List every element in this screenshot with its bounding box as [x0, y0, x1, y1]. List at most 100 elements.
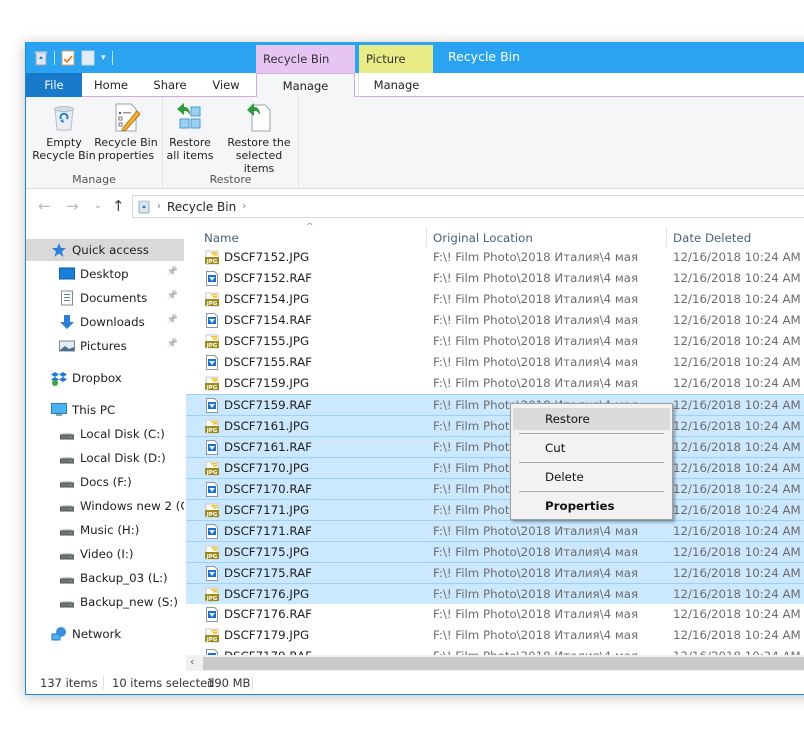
- tab-share[interactable]: Share: [144, 73, 196, 97]
- drive-icon: [59, 570, 75, 586]
- svg-text:JPG: JPG: [206, 428, 218, 434]
- tab-view[interactable]: View: [204, 73, 248, 97]
- address-bar[interactable]: › Recycle Bin ›: [132, 195, 804, 218]
- file-name: DSCF7175.RAF: [224, 566, 312, 580]
- file-row[interactable]: DSCF7152.RAF F:\! Film Photo\2018 Италия\…: [186, 268, 804, 289]
- context-tab-picture-tools: Picture Tools: [359, 45, 433, 94]
- context-menu: Restore Cut Delete Properties: [510, 403, 673, 520]
- file-row[interactable]: DSCF7175.RAF F:\! Film Photo\2018 Италия\…: [186, 562, 804, 583]
- sidebar-item-label: Documents: [80, 291, 148, 305]
- sidebar-item-backup-03-l[interactable]: Backup_03 (L:): [26, 567, 184, 589]
- sidebar-item-dropbox[interactable]: Dropbox: [26, 367, 184, 389]
- file-row[interactable]: DSCF7159.RAFF:\! Film Photo\2018 Италия\…: [186, 394, 804, 415]
- quick-access-toolbar: ▾: [34, 48, 113, 68]
- sidebar-item-this-pc[interactable]: This PC: [26, 399, 184, 421]
- sidebar-item-local-disk-d[interactable]: Local Disk (D:): [26, 447, 184, 469]
- sidebar-item-desktop[interactable]: Desktop 📌: [26, 263, 184, 285]
- title-bar: ▾ Recycle Bin Tools Picture Tools Recycl…: [26, 42, 804, 94]
- up-arrow-icon[interactable]: ↑: [112, 197, 125, 215]
- menu-item-cut[interactable]: Cut: [513, 437, 670, 459]
- empty-recycle-bin-button[interactable]: Empty Recycle Bin: [32, 101, 96, 162]
- pin-icon[interactable]: 📌: [167, 315, 178, 325]
- file-row[interactable]: DSCF7179.RAFF:\! Film Photo\2018 Италия\…: [186, 646, 804, 655]
- column-date-deleted[interactable]: Date Deleted: [673, 231, 751, 245]
- file-row[interactable]: JPG DSCF7175.JPG F:\! Film Photo\2018 Итал…: [186, 541, 804, 562]
- new-folder-icon[interactable]: [81, 50, 95, 66]
- recent-locations-chevron-icon[interactable]: ⌄: [94, 201, 102, 211]
- file-row[interactable]: DSCF7155.RAF F:\! Film Photo\2018 Италия\…: [186, 352, 804, 373]
- sidebar-item-windows-new-2-g[interactable]: Windows new 2 (G:): [26, 495, 184, 517]
- jpg-file-icon: JPG: [205, 250, 219, 265]
- file-original-location: F:\! Film Photo\2018 Италия\4 мая: [433, 566, 639, 580]
- pin-icon[interactable]: 📌: [167, 291, 178, 301]
- menu-item-properties[interactable]: Properties: [513, 495, 670, 517]
- file-original-location: F:\! Film Photo\2018 Италия\4 мая: [433, 313, 639, 327]
- button-label: Recycle Bin: [32, 149, 96, 162]
- sidebar-item-network[interactable]: Network: [26, 623, 184, 645]
- sidebar-item-documents[interactable]: Documents 📌: [26, 287, 184, 309]
- menu-separator: [519, 491, 664, 492]
- file-row[interactable]: DSCF7170.RAFF:\! Film Photo\2018 Италия\…: [186, 478, 804, 499]
- file-original-location: F:\! Film Photo\2018 Италия\4 мая: [433, 607, 639, 621]
- breadcrumb-recycle-bin[interactable]: Recycle Bin: [167, 200, 236, 214]
- file-row[interactable]: DSCF7176.RAF F:\! Film Photo\2018 Италия\…: [186, 604, 804, 625]
- column-name[interactable]: Name: [204, 231, 239, 245]
- sidebar-item-video-i[interactable]: Video (I:): [26, 543, 184, 565]
- recycle-bin-properties-button[interactable]: Recycle Bin properties: [94, 101, 158, 162]
- sidebar-item-docs-f[interactable]: Docs (F:): [26, 471, 184, 493]
- restore-all-items-button[interactable]: Restore all items: [165, 101, 215, 162]
- toolbar-separator: [54, 51, 55, 65]
- recycle-bin-icon[interactable]: [34, 50, 48, 66]
- forward-arrow-icon[interactable]: →: [66, 197, 79, 215]
- scrollbar-thumb[interactable]: [203, 657, 804, 670]
- scroll-left-icon[interactable]: ‹: [190, 655, 194, 668]
- file-row[interactable]: JPG DSCF7176.JPG F:\! Film Photo\2018 Итал…: [186, 583, 804, 604]
- pin-icon[interactable]: 📌: [167, 339, 178, 349]
- menu-item-delete[interactable]: Delete: [513, 466, 670, 488]
- properties-icon[interactable]: [61, 50, 75, 66]
- restore-selected-items-button[interactable]: Restore the selected items: [219, 101, 299, 175]
- tab-home[interactable]: Home: [86, 73, 136, 97]
- tab-manage-picture[interactable]: Manage: [358, 73, 434, 97]
- column-original-location[interactable]: Original Location: [433, 231, 533, 245]
- file-row[interactable]: JPG DSCF7159.JPG F:\! Film Photo\2018 Итал…: [186, 373, 804, 394]
- tab-manage-recycle-bin[interactable]: Manage: [256, 73, 355, 98]
- customize-toolbar-icon[interactable]: ▾: [101, 53, 106, 63]
- column-divider[interactable]: [426, 227, 427, 247]
- sidebar-item-quick-access[interactable]: Quick access: [26, 239, 184, 261]
- toolbar-separator: [111, 51, 113, 65]
- sidebar-item-backup-new-s[interactable]: Backup_new (S:): [26, 591, 184, 613]
- horizontal-scrollbar[interactable]: ‹: [186, 655, 804, 671]
- file-row[interactable]: DSCF7171.RAF F:\! Film Photo\2018 Италия\…: [186, 520, 804, 541]
- file-row[interactable]: DSCF7161.RAFF:\! Film Photo\2018 Италия\…: [186, 436, 804, 457]
- button-label: Empty: [46, 136, 82, 149]
- jpg-file-icon: JPG: [205, 503, 219, 518]
- column-divider[interactable]: [666, 227, 667, 247]
- sidebar-item-downloads[interactable]: Downloads 📌: [26, 311, 184, 333]
- file-row[interactable]: DSCF7154.RAF F:\! Film Photo\2018 Италия\…: [186, 310, 804, 331]
- file-original-location: F:\! Film Photo\2018 Италия\4 мая: [433, 628, 639, 642]
- file-row[interactable]: JPGDSCF7170.JPGF:\! Film Photo\2018 Итал…: [186, 457, 804, 478]
- breadcrumb-chevron-icon[interactable]: ›: [242, 201, 246, 212]
- menu-separator: [519, 462, 664, 463]
- sidebar-item-music-h[interactable]: Music (H:): [26, 519, 184, 541]
- restore-selected-icon: [247, 103, 271, 132]
- tab-file[interactable]: File: [26, 73, 82, 97]
- file-row[interactable]: JPG DSCF7154.JPG F:\! Film Photo\2018 Итал…: [186, 289, 804, 310]
- button-label: properties: [97, 149, 155, 162]
- menu-item-restore[interactable]: Restore: [513, 408, 670, 430]
- file-name: DSCF7161.JPG: [224, 419, 310, 433]
- breadcrumb-chevron-icon[interactable]: ›: [157, 201, 161, 212]
- file-row[interactable]: JPG DSCF7155.JPG F:\! Film Photo\2018 Итал…: [186, 331, 804, 352]
- sidebar-item-pictures[interactable]: Pictures 📌: [26, 335, 184, 357]
- sidebar-item-local-disk-c[interactable]: Local Disk (C:): [26, 423, 184, 445]
- button-label: Restore the: [227, 136, 291, 149]
- file-row[interactable]: JPG DSCF7179.JPG F:\! Film Photo\2018 Итал…: [186, 625, 804, 646]
- file-row[interactable]: JPGDSCF7171.JPGF:\! Film Photo\2018 Итал…: [186, 499, 804, 520]
- pin-icon[interactable]: 📌: [167, 267, 178, 277]
- file-row[interactable]: JPGDSCF7161.JPGF:\! Film Photo\2018 Итал…: [186, 415, 804, 436]
- navigation-bar: ← → ⌄ ↑ › Recycle Bin ›: [26, 189, 804, 223]
- back-arrow-icon[interactable]: ←: [38, 197, 51, 215]
- file-date-deleted: 12/16/2018 10:24 AM: [673, 313, 801, 327]
- file-row[interactable]: JPG DSCF7152.JPG F:\! Film Photo\2018 Итал…: [186, 247, 804, 268]
